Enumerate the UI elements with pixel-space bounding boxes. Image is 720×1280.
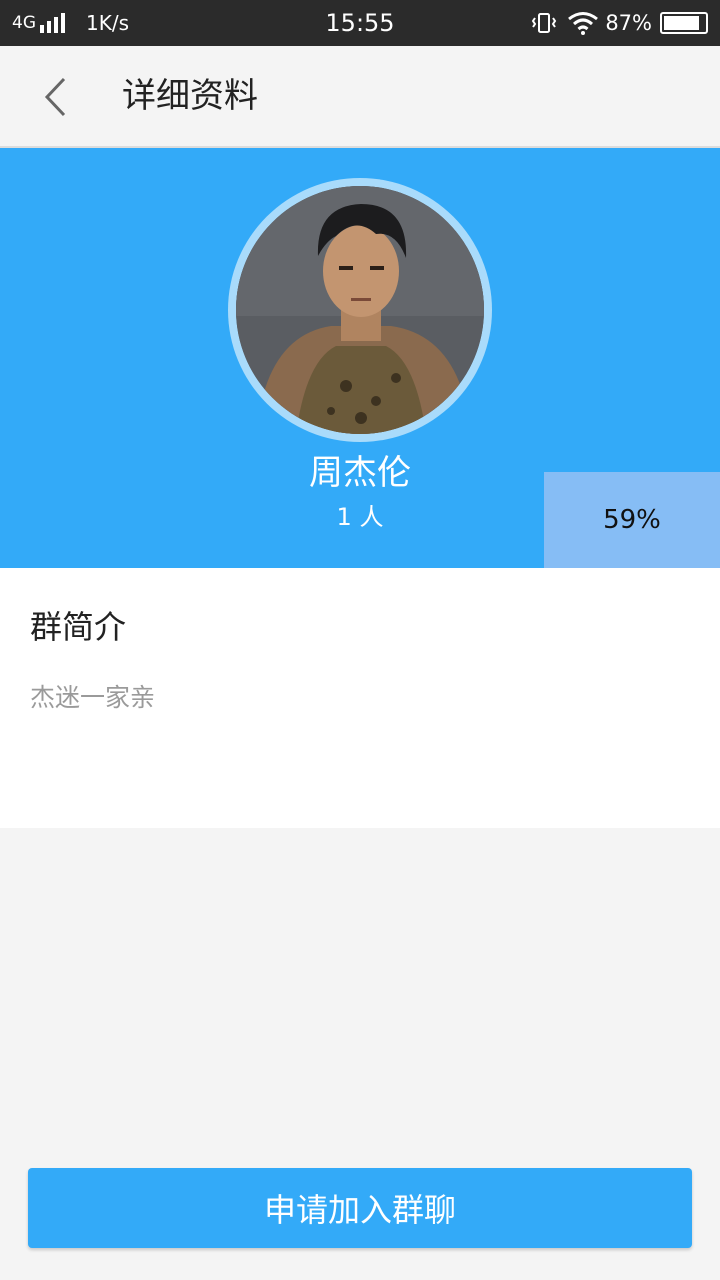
page-title: 详细资料 (122, 76, 258, 116)
intro-heading: 群简介 (30, 608, 127, 646)
group-header: 周杰伦 1 人 59% (0, 148, 720, 568)
status-bar: 4G 1K/s 15:55 87% (0, 0, 720, 46)
avatar-image (236, 186, 484, 434)
title-bar: 详细资料 (0, 46, 720, 148)
status-right: 87% (531, 0, 708, 46)
battery-icon (660, 12, 708, 34)
group-intro-card: 群简介 杰迷一家亲 (0, 568, 720, 828)
wifi-icon (568, 12, 599, 35)
vibrate-icon (532, 13, 557, 33)
back-button[interactable] (30, 70, 80, 124)
join-group-button[interactable]: 申请加入群聊 (28, 1168, 692, 1248)
progress-indicator: 59% (544, 472, 720, 568)
intro-text: 杰迷一家亲 (30, 683, 156, 712)
battery-percent: 87% (605, 11, 652, 35)
avatar[interactable] (228, 178, 492, 442)
back-chevron-icon (44, 77, 66, 117)
